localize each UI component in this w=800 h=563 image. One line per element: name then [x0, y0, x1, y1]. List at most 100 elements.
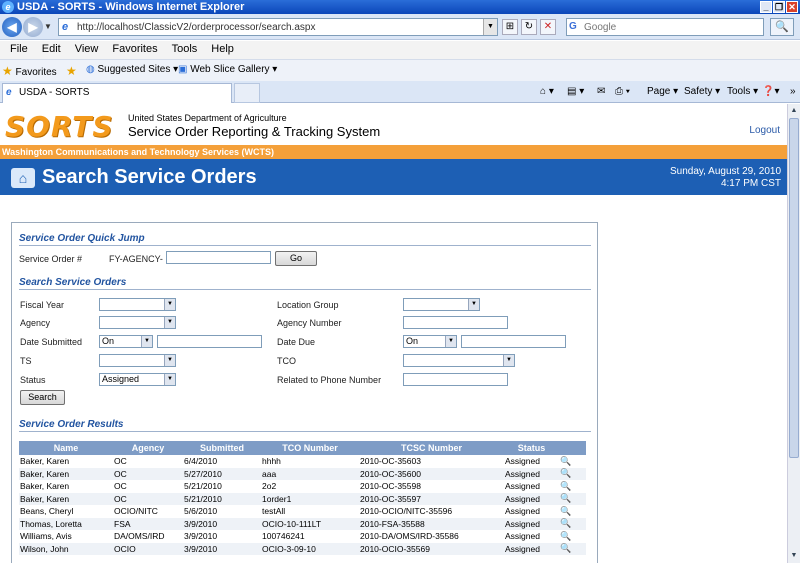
scroll-down-icon[interactable]: ▼: [789, 550, 799, 562]
window-title: USDA - SORTS - Windows Internet Explorer: [17, 1, 245, 13]
go-button[interactable]: Go: [275, 251, 317, 266]
cell-status: Assigned: [505, 481, 540, 492]
logout-link[interactable]: Logout: [749, 125, 780, 136]
cell-name: Baker, Karen: [19, 467, 113, 480]
back-button[interactable]: ◀: [2, 17, 22, 37]
forward-button[interactable]: ▶: [23, 17, 43, 37]
col-tcsc-number[interactable]: TCSC Number: [359, 441, 504, 455]
scroll-up-icon[interactable]: ▲: [789, 105, 799, 117]
mail-icon[interactable]: ✉: [597, 86, 605, 97]
service-order-input[interactable]: [166, 251, 271, 264]
menu-tools[interactable]: Tools: [165, 41, 205, 59]
table-row: Baker, Karen OC 5/27/2010 aaa 2010-OC-35…: [19, 467, 586, 480]
url-input[interactable]: [77, 20, 477, 34]
date-due-op-select[interactable]: On ▼: [403, 335, 457, 348]
url-bar[interactable]: e ▼: [58, 18, 498, 36]
location-group-select[interactable]: ▼: [403, 298, 480, 311]
date-submitted-input[interactable]: [157, 335, 262, 348]
search-box[interactable]: G: [566, 18, 764, 36]
tools-menu[interactable]: Tools ▾: [727, 86, 758, 97]
view-magnifier-icon[interactable]: 🔍: [560, 456, 571, 466]
close-window-button[interactable]: ✕: [786, 1, 798, 13]
scroll-thumb[interactable]: [789, 118, 799, 458]
help-icon[interactable]: ❓▾: [762, 86, 779, 97]
col-name[interactable]: Name: [19, 441, 113, 455]
ie-logo-icon: e: [2, 1, 14, 13]
quick-jump-heading: Service Order Quick Jump: [19, 233, 591, 246]
chevron-down-icon: ▼: [141, 336, 152, 347]
search-input[interactable]: [584, 20, 754, 34]
date-submitted-label: Date Submitted: [20, 337, 83, 347]
view-magnifier-icon[interactable]: 🔍: [560, 506, 571, 516]
view-magnifier-icon[interactable]: 🔍: [560, 493, 571, 503]
sorts-logo: SORTS: [5, 110, 114, 143]
cell-agency: OC: [113, 492, 183, 505]
favorites-button[interactable]: ★ Favorites: [2, 64, 57, 78]
date-due-input[interactable]: [461, 335, 566, 348]
menu-edit[interactable]: Edit: [35, 41, 68, 59]
status-label: Status: [20, 375, 46, 385]
cell-status: Assigned: [504, 492, 559, 505]
cell-agency: OC: [113, 467, 183, 480]
cell-tco: hhhh: [262, 456, 281, 467]
recent-pages-dropdown[interactable]: ▼: [44, 22, 52, 31]
col-tco-number[interactable]: TCO Number: [261, 441, 359, 455]
ts-select[interactable]: ▼: [99, 354, 176, 367]
refresh-icon[interactable]: ↻: [521, 19, 537, 35]
stop-icon[interactable]: ✕: [540, 19, 556, 35]
cell-agency: OC: [114, 456, 127, 467]
cell-name: Baker, Karen: [19, 492, 113, 505]
tco-select[interactable]: ▼: [403, 354, 515, 367]
cell-tcsc: 2010-OC-35597: [359, 492, 504, 505]
suggested-sites-link[interactable]: ◍ Suggested Sites ▾: [86, 64, 178, 75]
menu-file[interactable]: File: [3, 41, 35, 59]
home-icon[interactable]: ⌂ ▾: [540, 86, 554, 97]
phone-input[interactable]: [403, 373, 508, 386]
cell-submitted: 5/6/2010: [184, 506, 218, 517]
view-magnifier-icon[interactable]: 🔍: [560, 481, 571, 491]
restore-button[interactable]: ❐: [773, 1, 785, 13]
menu-view[interactable]: View: [68, 41, 106, 59]
view-magnifier-icon[interactable]: 🔍: [560, 531, 571, 541]
agency-select[interactable]: ▼: [99, 316, 176, 329]
chevron-right-icon[interactable]: »: [790, 86, 796, 97]
web-slice-gallery-link[interactable]: ▣ Web Slice Gallery ▾: [178, 64, 277, 75]
url-dropdown-icon[interactable]: ▼: [483, 19, 497, 35]
add-favorite-icon[interactable]: ★: [66, 64, 77, 78]
date-submitted-op-select[interactable]: On ▼: [99, 335, 153, 348]
cell-tcsc: 2010-OC-35603: [360, 456, 421, 467]
minimize-button[interactable]: _: [760, 1, 772, 13]
view-magnifier-icon[interactable]: 🔍: [560, 543, 571, 553]
compatibility-view-icon[interactable]: ⊞: [502, 19, 518, 35]
search-submit-button[interactable]: Search: [20, 390, 65, 405]
cell-status: Assigned: [504, 467, 559, 480]
view-magnifier-icon[interactable]: 🔍: [560, 518, 571, 528]
view-magnifier-icon[interactable]: 🔍: [560, 468, 571, 478]
cell-status: Assigned: [504, 542, 559, 555]
date-due-label: Date Due: [277, 337, 316, 347]
cell-name: Williams, Avis: [20, 531, 72, 542]
status-select[interactable]: Assigned ▼: [99, 373, 176, 386]
table-row: Williams, Avis DA/OMS/IRD 3/9/2010 10074…: [19, 530, 586, 543]
cell-agency: FSA: [113, 517, 183, 530]
feeds-icon[interactable]: ▤ ▾: [567, 86, 584, 97]
tab-usda-sorts[interactable]: e USDA - SORTS: [2, 83, 232, 103]
col-agency[interactable]: Agency: [113, 441, 183, 455]
col-submitted[interactable]: Submitted: [183, 441, 261, 455]
cell-name: Baker, Karen: [20, 456, 70, 467]
col-status[interactable]: Status: [504, 441, 559, 455]
page-menu[interactable]: Page ▾: [647, 86, 678, 97]
vertical-scrollbar[interactable]: ▲ ▼: [787, 104, 800, 563]
menu-help[interactable]: Help: [204, 41, 241, 59]
cell-tcsc: 2010-OC-35598: [360, 481, 421, 492]
chevron-down-icon: ▼: [164, 374, 175, 385]
menu-favorites[interactable]: Favorites: [105, 41, 164, 59]
cell-tcsc: 2010-OC-35600: [359, 467, 504, 480]
fiscal-year-select[interactable]: ▼: [99, 298, 176, 311]
new-tab-button[interactable]: [234, 83, 260, 103]
agency-number-input[interactable]: [403, 316, 508, 329]
chevron-down-icon: ▼: [503, 355, 514, 366]
safety-menu[interactable]: Safety ▾: [684, 86, 720, 97]
search-button[interactable]: 🔍: [770, 18, 794, 36]
print-icon[interactable]: ⎙ ▾: [615, 86, 630, 97]
